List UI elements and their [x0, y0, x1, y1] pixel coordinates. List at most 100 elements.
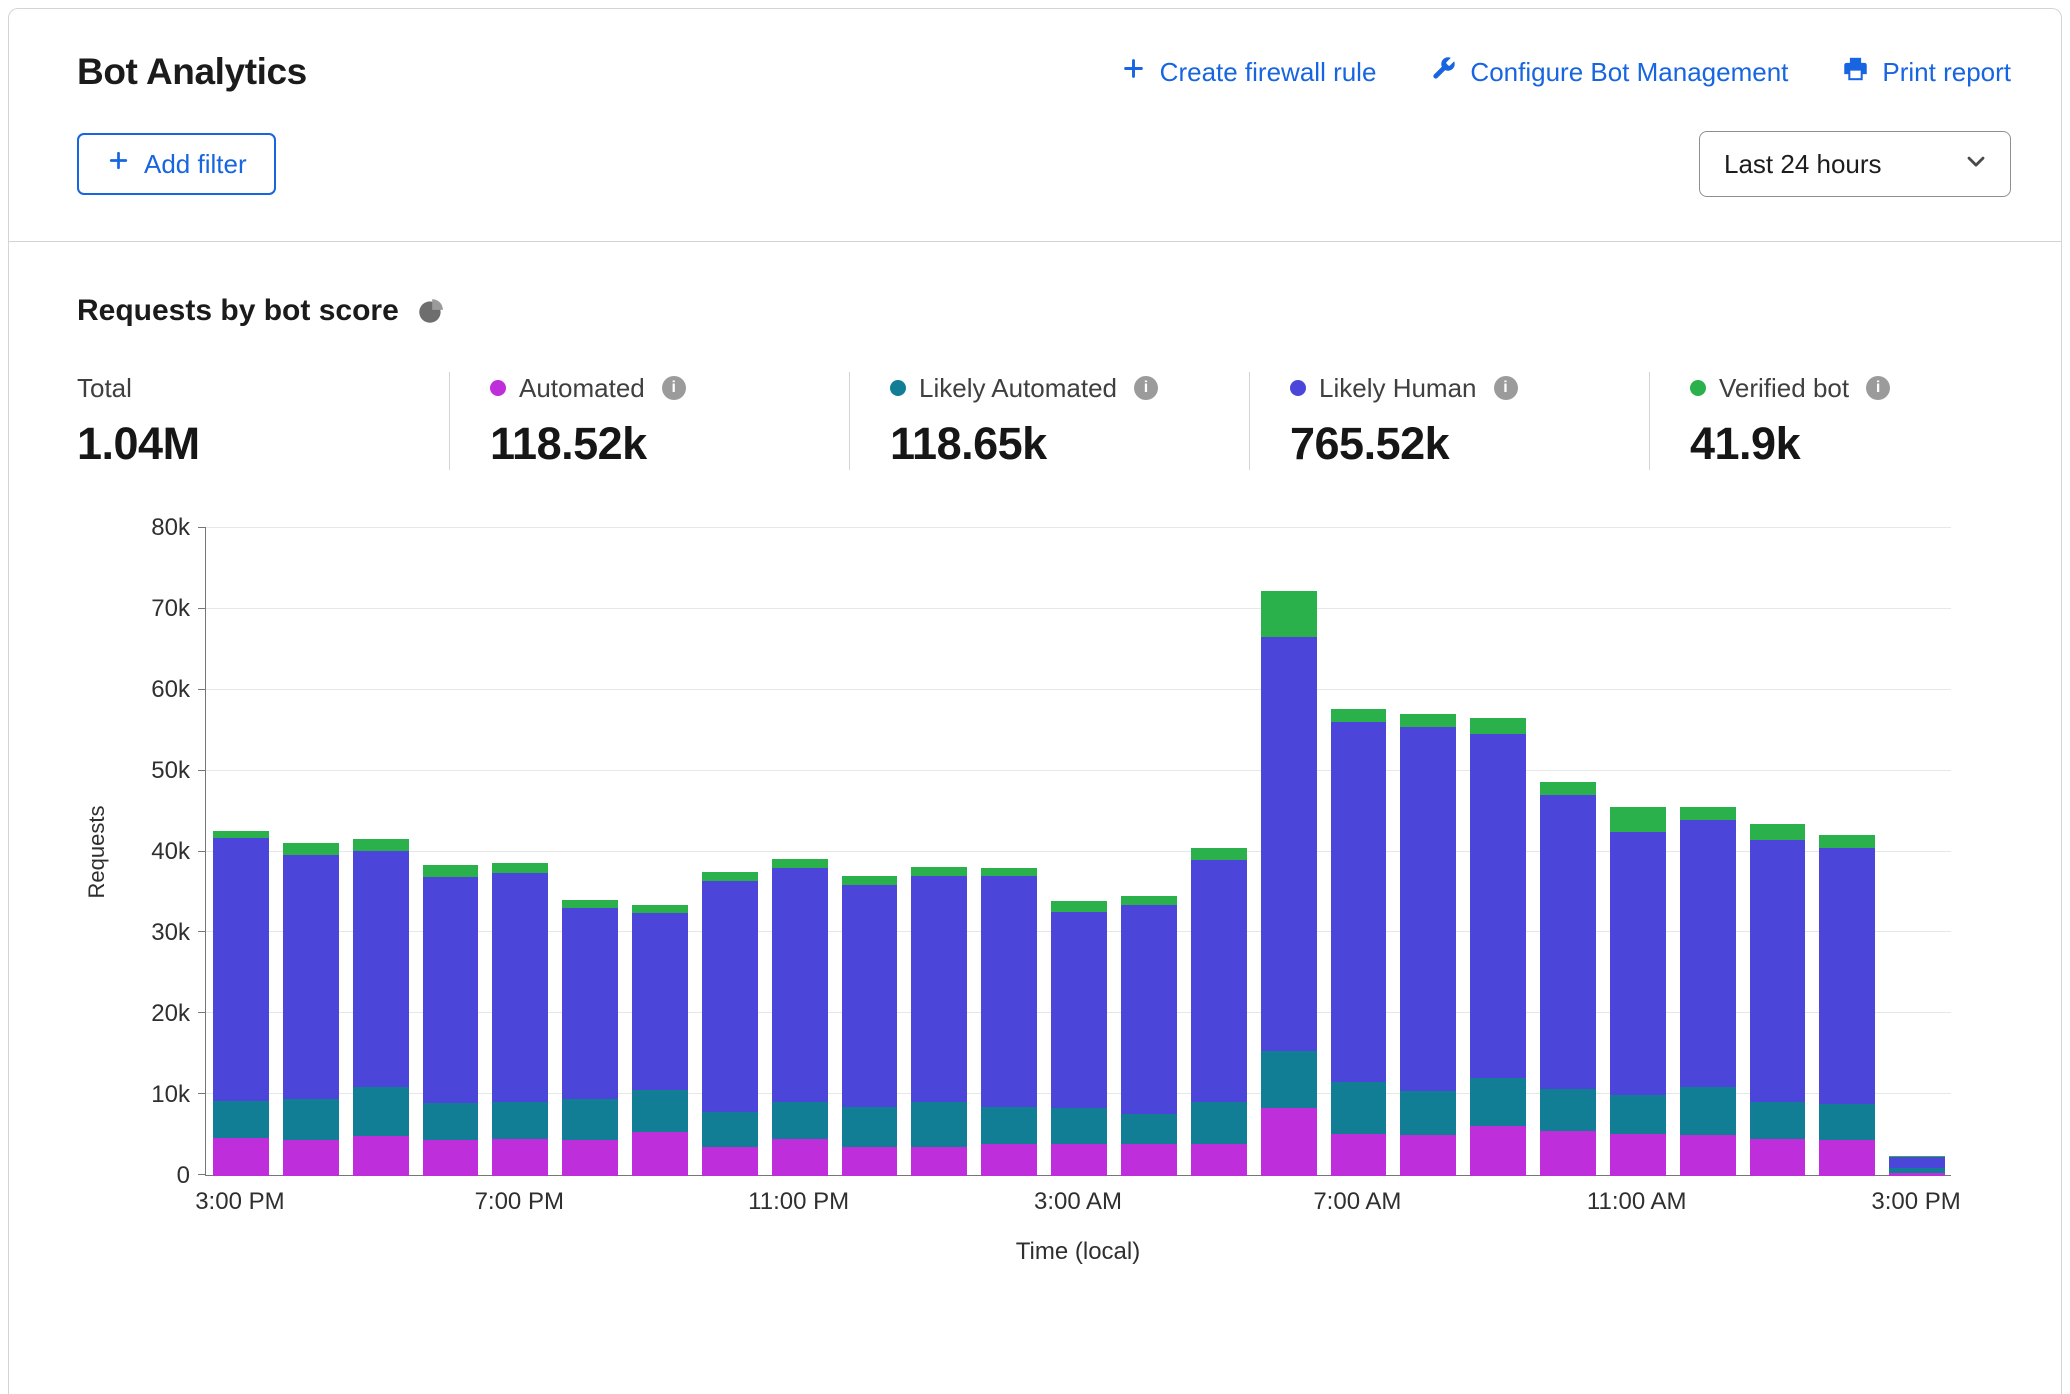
bar-segment-likely_human: [492, 873, 548, 1101]
stacked-bar[interactable]: [213, 528, 269, 1176]
stat-verified-bot-label: Verified bot: [1719, 373, 1849, 404]
y-tick-label: 50k: [151, 757, 190, 785]
bar-segment-likely_human: [1051, 912, 1107, 1108]
stacked-bar[interactable]: [1191, 528, 1247, 1176]
bar-segment-verified_bot: [1400, 714, 1456, 728]
stacked-bar[interactable]: [283, 528, 339, 1176]
bar-segment-likely_human: [1191, 860, 1247, 1102]
bar-segment-likely_automated: [1400, 1091, 1456, 1135]
add-filter-button[interactable]: Add filter: [77, 133, 276, 195]
bar-segment-verified_bot: [911, 867, 967, 876]
bar-segment-verified_bot: [423, 865, 479, 877]
stacked-bar[interactable]: [1889, 528, 1945, 1176]
bar-segment-verified_bot: [1051, 901, 1107, 912]
bar-segment-likely_automated: [423, 1103, 479, 1140]
x-tick-label: 7:00 PM: [475, 1188, 564, 1216]
bar-segment-verified_bot: [1610, 807, 1666, 831]
stacked-bar[interactable]: [981, 528, 1037, 1176]
create-firewall-rule-link[interactable]: Create firewall rule: [1120, 55, 1377, 89]
bar-segment-verified_bot: [981, 868, 1037, 876]
y-tickmark: [198, 931, 206, 932]
x-tick-label: 3:00 PM: [195, 1188, 284, 1216]
bar-segment-likely_human: [1819, 848, 1875, 1104]
bar-segment-automated: [1750, 1139, 1806, 1176]
y-tick-label: 60k: [151, 676, 190, 704]
stat-likely-human-value: 765.52k: [1290, 418, 1649, 470]
stacked-bar[interactable]: [1680, 528, 1736, 1176]
bar-segment-likely_human: [1750, 840, 1806, 1102]
stacked-bar[interactable]: [1261, 528, 1317, 1176]
stat-total: Total 1.04M: [77, 372, 449, 470]
bar-segment-likely_human: [423, 877, 479, 1103]
stacked-bar[interactable]: [353, 528, 409, 1176]
stacked-bar[interactable]: [1051, 528, 1107, 1176]
stacked-bar[interactable]: [1470, 528, 1526, 1176]
bar-segment-likely_automated: [842, 1107, 898, 1147]
stacked-bar[interactable]: [842, 528, 898, 1176]
stacked-bar[interactable]: [772, 528, 828, 1176]
stacked-bar[interactable]: [1819, 528, 1875, 1176]
bar-segment-likely_human: [1540, 795, 1596, 1089]
bar-segment-likely_automated: [1819, 1104, 1875, 1140]
stacked-bar[interactable]: [562, 528, 618, 1176]
y-tick-label: 70k: [151, 595, 190, 623]
bar-segment-verified_bot: [562, 900, 618, 908]
bar-segment-automated: [1889, 1173, 1945, 1176]
bar-segment-likely_automated: [772, 1102, 828, 1138]
bar-segment-likely_human: [702, 881, 758, 1112]
bar-segment-automated: [283, 1140, 339, 1176]
time-range-select[interactable]: Last 24 hours: [1699, 131, 2011, 197]
header-actions: Create firewall rule Configure Bot Manag…: [1120, 55, 2011, 89]
bar-segment-automated: [423, 1140, 479, 1176]
bar-segment-likely_human: [1400, 727, 1456, 1091]
stacked-bar[interactable]: [632, 528, 688, 1176]
bar-segment-likely_human: [1331, 722, 1387, 1082]
stacked-bar[interactable]: [1121, 528, 1177, 1176]
bars: [207, 528, 1951, 1176]
bar-segment-automated: [1051, 1144, 1107, 1176]
bar-segment-likely_automated: [1051, 1108, 1107, 1144]
requests-by-bot-score-chart: Requests 010k20k30k40k50k60k70k80k 3:00 …: [77, 528, 1951, 1266]
bar-segment-likely_human: [562, 908, 618, 1099]
y-tickmark: [198, 1174, 206, 1175]
bar-segment-verified_bot: [1540, 782, 1596, 795]
bar-segment-likely_human: [772, 868, 828, 1102]
x-tick-label: 3:00 AM: [1034, 1188, 1122, 1216]
bar-segment-likely_automated: [1540, 1089, 1596, 1130]
bar-segment-likely_human: [1121, 905, 1177, 1115]
stat-automated: Automated 118.52k: [449, 372, 849, 470]
stacked-bar[interactable]: [702, 528, 758, 1176]
stacked-bar[interactable]: [911, 528, 967, 1176]
print-report-link[interactable]: Print report: [1842, 55, 2011, 89]
bar-segment-likely_automated: [1261, 1051, 1317, 1108]
info-icon[interactable]: [1134, 376, 1158, 400]
bar-segment-likely_human: [981, 876, 1037, 1107]
bar-segment-verified_bot: [1819, 835, 1875, 848]
plus-icon: [1120, 55, 1147, 89]
add-filter-label: Add filter: [144, 149, 247, 180]
info-icon[interactable]: [1494, 376, 1518, 400]
bar-segment-automated: [1191, 1144, 1247, 1176]
stacked-bar[interactable]: [1540, 528, 1596, 1176]
y-tick-labels: 010k20k30k40k50k60k70k80k: [80, 528, 190, 1176]
stacked-bar[interactable]: [1610, 528, 1666, 1176]
info-icon[interactable]: [1866, 376, 1890, 400]
bar-segment-likely_human: [1470, 734, 1526, 1078]
stat-verified-bot-value: 41.9k: [1690, 418, 1890, 470]
y-tickmark: [198, 770, 206, 771]
bar-segment-verified_bot: [1261, 591, 1317, 637]
x-tick-label: 11:00 AM: [1587, 1188, 1687, 1216]
configure-bot-management-link[interactable]: Configure Bot Management: [1430, 55, 1788, 89]
stacked-bar[interactable]: [492, 528, 548, 1176]
stacked-bar[interactable]: [423, 528, 479, 1176]
stacked-bar[interactable]: [1331, 528, 1387, 1176]
y-tickmark: [198, 689, 206, 690]
info-icon[interactable]: [662, 376, 686, 400]
section-title: Requests by bot score: [77, 294, 399, 328]
y-tickmark: [198, 1012, 206, 1013]
bar-segment-automated: [1331, 1134, 1387, 1176]
time-range-value: Last 24 hours: [1724, 149, 1882, 180]
stacked-bar[interactable]: [1400, 528, 1456, 1176]
stacked-bar[interactable]: [1750, 528, 1806, 1176]
printer-icon: [1842, 55, 1869, 89]
